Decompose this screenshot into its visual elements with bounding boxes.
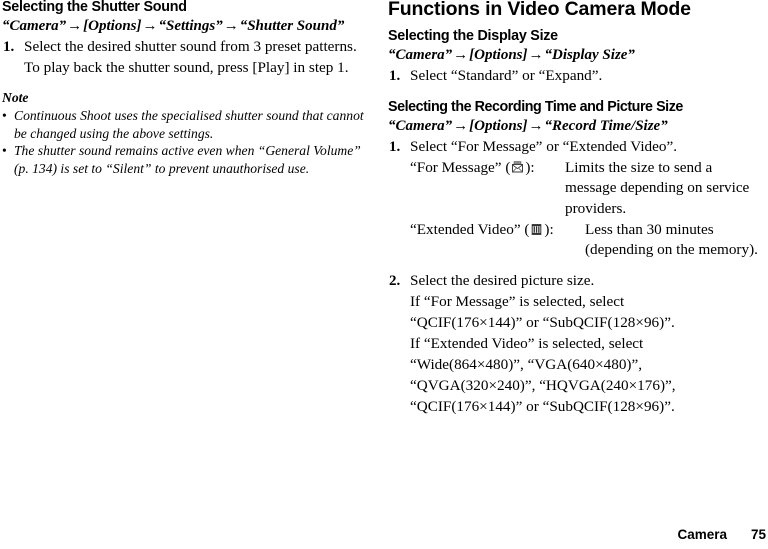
left-column: Selecting the Shutter Sound “Camera”→[Op… [0,0,388,177]
definition-term-suffix: ): [544,220,554,238]
manual-page: Selecting the Shutter Sound “Camera”→[Op… [0,0,768,549]
step-secondary-text: To play back the shutter sound, press [P… [24,58,349,76]
step-detail-line: “QCIF(176×144)” or “SubQCIF(128×96)”. [410,313,675,331]
definition-list: “For Message” ( ): Limits the size to se… [410,158,766,261]
arrow-icon: → [453,117,469,134]
definition-term-prefix: “For Message” ( [410,158,511,176]
step-detail-line: “Wide(864×480)”, “VGA(640×480)”, [410,355,643,373]
definition-description: Less than 30 minutes (depending on the m… [585,220,758,259]
note-item-text: The shutter sound remains active even wh… [14,143,361,176]
step-text: Select “For Message” or “Extended Video”… [410,137,766,261]
page-columns: Selecting the Shutter Sound “Camera”→[Op… [0,0,768,500]
step-number: 1. [389,67,401,84]
step-detail-line: If “Extended Video” is selected, select [410,334,644,352]
note-list-item: • Continuous Shoot uses the specialised … [2,107,374,142]
definition-term-prefix: “Extended Video” ( [410,220,530,238]
nav-path-part: “Record Time/Size” [544,117,668,134]
note-title: Note [2,89,29,105]
step-item: 1. Select “For Message” or “Extended Vid… [388,137,766,261]
definition-description: Limits the size to send a message depend… [565,158,750,218]
note-item-text: Continuous Shoot uses the specialised sh… [14,108,364,141]
step-primary-text: Select “For Message” or “Extended Video”… [410,137,678,155]
section-heading-shutter-sound: Selecting the Shutter Sound [2,0,187,15]
chapter-heading: Functions in Video Camera Mode [388,0,691,20]
nav-path-record-time-size: “Camera”→[Options]→“Record Time/Size” [388,118,766,135]
step-item: 1. Select the desired shutter sound from… [2,37,374,79]
note-block: Note • Continuous Shoot uses the special… [2,90,374,177]
page-footer: Camera 75 [677,526,766,542]
arrow-icon: → [142,18,158,34]
right-column: Functions in Video Camera Mode Selecting… [388,0,768,418]
section-heading-display-size: Selecting the Display Size [388,27,558,44]
step-primary-text: Select “Standard” or “Expand”. [410,66,603,84]
arrow-icon: → [528,46,544,63]
footer-page-number: 75 [750,526,766,542]
envelope-message-icon [511,161,524,174]
definition-row: “Extended Video” ( ): Less than 30 minut… [410,220,766,261]
note-list-item: • The shutter sound remains active even … [2,142,374,177]
step-text: Select “Standard” or “Expand”. [410,66,766,87]
step-number: 1. [389,138,401,155]
film-strip-video-icon [530,223,543,236]
definition-term: “Extended Video” ( ): [410,220,585,241]
bullet-icon: • [2,108,7,124]
step-detail-line: “QCIF(176×144)” or “SubQCIF(128×96)”. [410,397,675,415]
nav-path-part: [Options] [469,46,528,63]
step-number: 1. [3,38,15,55]
note-list: • Continuous Shoot uses the specialised … [2,107,374,177]
step-primary-text: Select the desired shutter sound from 3 … [24,37,357,55]
definition-term: “For Message” ( ): [410,158,565,179]
footer-chapter-label: Camera [677,526,727,542]
nav-path-part: [Options] [469,117,528,134]
arrow-icon: → [453,46,469,63]
nav-path-part: [Options] [83,18,142,34]
arrow-icon: → [67,18,83,34]
nav-path-part: “Settings” [158,18,223,34]
step-detail-line: If “For Message” is selected, select [410,293,625,311]
step-primary-text: Select the desired picture size. [410,272,595,290]
step-number: 2. [389,273,401,290]
step-detail-line: “QVGA(320×240)”, “HQVGA(240×176)”, [410,376,676,394]
nav-path-part: “Shutter Sound” [239,18,345,34]
step-text: Select the desired picture size. If “For… [410,271,766,418]
definition-term-suffix: ): [525,158,535,176]
nav-path-display-size: “Camera”→[Options]→“Display Size” [388,47,766,64]
arrow-icon: → [528,117,544,134]
definition-row: “For Message” ( ): Limits the size to se… [410,158,766,220]
step-text: Select the desired shutter sound from 3 … [24,37,374,79]
nav-path-part: “Camera” [388,117,453,134]
bullet-icon: • [2,143,7,159]
nav-path-part: “Camera” [388,46,453,63]
nav-path-shutter-sound: “Camera”→[Options]→“Settings”→“Shutter S… [2,18,374,35]
arrow-icon: → [223,18,239,34]
step-item: 1. Select “Standard” or “Expand”. [388,66,766,87]
nav-path-part: “Camera” [2,18,67,34]
nav-path-part: “Display Size” [544,46,635,63]
section-heading-record-time-size: Selecting the Recording Time and Picture… [388,98,683,115]
step-item: 2. Select the desired picture size. If “… [388,271,766,418]
